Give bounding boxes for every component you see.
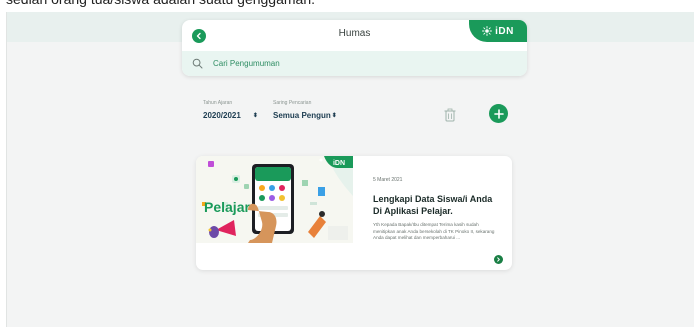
year-filter-value[interactable]: 2020/2021 ⬍ <box>203 111 263 120</box>
header-card: Humas iDN <box>182 20 527 76</box>
search-bar <box>182 51 527 76</box>
plus-icon <box>493 108 504 119</box>
sun-icon <box>482 26 493 36</box>
image-word: Pelajar <box>204 199 250 215</box>
search-filter[interactable]: Saring Pencarian Semua Pengun ⬍ <box>273 100 343 120</box>
chevron-right-icon <box>497 257 500 262</box>
brand-logo: iDN <box>469 20 527 42</box>
select-caret-icon: ⬍ <box>331 113 337 119</box>
announcement-illustration: iDN Pelajar <box>196 156 353 243</box>
announcement-image: iDN Pelajar <box>196 156 353 243</box>
trash-icon[interactable] <box>444 108 456 122</box>
search-input[interactable] <box>213 59 503 68</box>
search-filter-value[interactable]: Semua Pengun ⬍ <box>273 111 343 120</box>
open-announcement-button[interactable] <box>494 255 503 264</box>
announcement-date: 5 Maret 2021 <box>373 177 403 183</box>
announcement-title: Lengkapi Data Siswa/i Anda Di Aplikasi P… <box>373 194 493 216</box>
add-announcement-button[interactable] <box>489 104 508 123</box>
year-filter[interactable]: Tahun Ajaran 2020/2021 ⬍ <box>203 100 263 120</box>
search-icon <box>192 58 203 69</box>
image-logo-text: iDN <box>333 160 345 167</box>
announcement-excerpt: Yth Kepada Bapak/Ibu ditempat Terima kas… <box>373 222 495 240</box>
select-caret-icon: ⬍ <box>252 113 258 119</box>
search-filter-value-text: Semua Pengun <box>273 111 331 120</box>
announcement-card[interactable]: iDN Pelajar 5 Maret 2021 Lengkapi Data S… <box>196 156 512 270</box>
top-caption: sedlah orang tua/siswa adalah suatu geng… <box>0 0 694 9</box>
search-filter-label: Saring Pencarian <box>273 100 312 106</box>
logo-text: iDN <box>495 25 514 37</box>
year-filter-label: Tahun Ajaran <box>203 100 233 106</box>
year-value-text: 2020/2021 <box>203 111 241 120</box>
